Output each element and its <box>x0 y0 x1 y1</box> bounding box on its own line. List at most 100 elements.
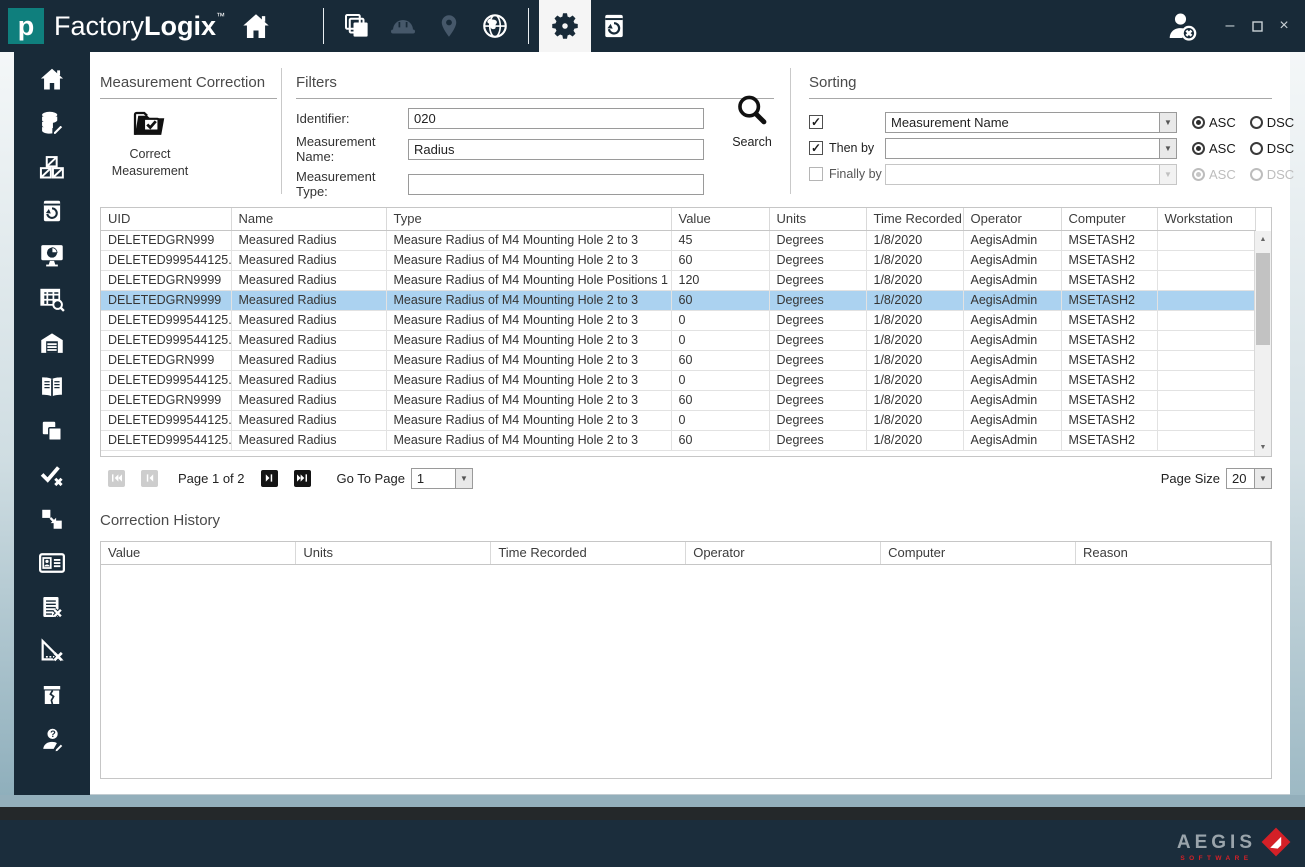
table-row[interactable]: DELETEDGRN9999Measured RadiusMeasure Rad… <box>101 390 1255 410</box>
table-scrollbar[interactable]: ▲ ▼ <box>1254 231 1271 456</box>
next-page-button[interactable] <box>261 470 278 487</box>
table-cell: MSETASH2 <box>1061 350 1157 370</box>
sidebar-measurement-correction-icon[interactable] <box>37 636 67 665</box>
scrollbar-thumb[interactable] <box>1256 253 1270 345</box>
column-header[interactable]: Computer <box>881 542 1076 564</box>
hardhat-icon[interactable] <box>380 0 426 52</box>
scroll-up-icon[interactable]: ▲ <box>1255 232 1271 247</box>
table-row[interactable]: DELETED999544125...Measured RadiusMeasur… <box>101 250 1255 270</box>
history-header-row: ValueUnitsTime RecordedOperatorComputerR… <box>101 542 1271 564</box>
layers-icon[interactable] <box>334 0 380 52</box>
minimize-button[interactable]: – <box>1219 11 1241 41</box>
restore-data-icon[interactable] <box>591 0 637 52</box>
table-row[interactable]: DELETED999544125...Measured RadiusMeasur… <box>101 310 1255 330</box>
dsc-radio[interactable] <box>1250 142 1263 155</box>
user-logout-icon[interactable] <box>1159 0 1205 52</box>
sidebar-verify-reject-icon[interactable] <box>37 460 67 489</box>
pagination-bar: Page 1 of 2 Go To Page 1▼ Page Size 20▼ <box>100 466 1272 490</box>
last-page-button[interactable] <box>294 470 311 487</box>
identifier-input[interactable] <box>408 108 704 129</box>
chevron-down-icon[interactable]: ▼ <box>455 469 472 488</box>
app-logo: p <box>8 8 44 44</box>
page-size-label: Page Size <box>1161 471 1220 486</box>
sort-field-dropdown[interactable]: ▼ <box>885 138 1177 159</box>
sidebar-dashboard-monitor-icon[interactable] <box>37 240 67 269</box>
column-header[interactable]: Operator <box>686 542 881 564</box>
home-icon[interactable] <box>233 0 279 52</box>
sidebar-table-search-icon[interactable] <box>37 284 67 313</box>
page-size-dropdown[interactable]: 20▼ <box>1226 468 1272 489</box>
sidebar-user-question-icon[interactable]: ? <box>37 724 67 753</box>
sidebar-damaged-package-icon[interactable] <box>37 680 67 709</box>
column-header[interactable]: Reason <box>1076 542 1271 564</box>
scroll-down-icon[interactable]: ▼ <box>1255 440 1271 455</box>
column-header[interactable]: Time Recorded <box>491 542 686 564</box>
chevron-down-icon[interactable]: ▼ <box>1254 469 1271 488</box>
titlebar-divider <box>323 8 324 44</box>
sidebar-transfer-icon[interactable] <box>37 504 67 533</box>
sidebar-copy-pages-icon[interactable] <box>37 416 67 445</box>
column-header[interactable]: Units <box>769 208 866 230</box>
measurement-type-input[interactable] <box>408 174 704 195</box>
sort-checkbox[interactable] <box>809 167 823 181</box>
sidebar-database-edit-icon[interactable] <box>37 108 67 137</box>
globe-icon[interactable] <box>472 0 518 52</box>
table-row[interactable]: DELETED999544125...Measured RadiusMeasur… <box>101 410 1255 430</box>
asc-radio[interactable] <box>1192 116 1205 129</box>
table-row[interactable]: DELETEDGRN9999Measured RadiusMeasure Rad… <box>101 290 1255 310</box>
column-header[interactable]: Value <box>671 208 769 230</box>
table-cell: Degrees <box>769 370 866 390</box>
first-page-button[interactable] <box>108 470 125 487</box>
sidebar-home-icon[interactable] <box>37 64 67 93</box>
chevron-down-icon[interactable]: ▼ <box>1159 113 1176 132</box>
correct-measurement-button[interactable]: CorrectMeasurement <box>100 108 200 180</box>
column-header[interactable]: Units <box>296 542 491 564</box>
table-cell: AegisAdmin <box>963 270 1061 290</box>
table-row[interactable]: DELETEDGRN999Measured RadiusMeasure Radi… <box>101 350 1255 370</box>
search-icon <box>734 92 770 133</box>
table-cell: Measured Radius <box>231 230 386 250</box>
sort-checkbox[interactable]: ✓ <box>809 141 823 155</box>
previous-page-button[interactable] <box>141 470 158 487</box>
column-header[interactable]: UID <box>101 208 231 230</box>
column-header[interactable]: Type <box>386 208 671 230</box>
column-header[interactable]: Workstation <box>1157 208 1255 230</box>
table-cell: MSETASH2 <box>1061 250 1157 270</box>
sidebar-boxes-icon[interactable] <box>37 152 67 181</box>
table-cell <box>1157 390 1255 410</box>
top-panels: Measurement Correction CorrectMeasuremen… <box>100 52 1272 200</box>
location-pin-icon[interactable] <box>426 0 472 52</box>
table-cell: 1/8/2020 <box>866 430 963 450</box>
table-cell: Degrees <box>769 270 866 290</box>
chevron-down-icon[interactable]: ▼ <box>1159 139 1176 158</box>
go-to-page-dropdown[interactable]: 1▼ <box>411 468 473 489</box>
aegis-software-text: SOFTWARE <box>1180 855 1252 862</box>
asc-radio[interactable] <box>1192 142 1205 155</box>
sidebar-id-card-icon[interactable] <box>37 548 67 577</box>
sort-row-primary: ✓ Measurement Name▼ ASC DSC <box>809 109 1272 135</box>
table-row[interactable]: DELETED999544125...Measured RadiusMeasur… <box>101 330 1255 350</box>
search-button[interactable]: Search <box>724 92 780 149</box>
column-header[interactable]: Computer <box>1061 208 1157 230</box>
sidebar-history-restore-icon[interactable] <box>37 196 67 225</box>
sidebar-list-delete-icon[interactable] <box>37 592 67 621</box>
column-header[interactable]: Value <box>101 542 296 564</box>
sidebar-book-icon[interactable] <box>37 372 67 401</box>
column-header[interactable]: Operator <box>963 208 1061 230</box>
close-button[interactable]: × <box>1273 11 1295 41</box>
table-row[interactable]: DELETEDGRN999Measured RadiusMeasure Radi… <box>101 230 1255 250</box>
sort-field-dropdown[interactable]: Measurement Name▼ <box>885 112 1177 133</box>
dsc-radio[interactable] <box>1250 116 1263 129</box>
table-row[interactable]: DELETED999544125...Measured RadiusMeasur… <box>101 430 1255 450</box>
column-header[interactable]: Name <box>231 208 386 230</box>
settings-gear-icon[interactable] <box>539 0 591 52</box>
sidebar-warehouse-icon[interactable] <box>37 328 67 357</box>
column-header[interactable]: Time Recorded <box>866 208 963 230</box>
sort-row-finally-by: Finally by ▼ ASC DSC <box>809 161 1272 187</box>
table-row[interactable]: DELETED999544125...Measured RadiusMeasur… <box>101 370 1255 390</box>
sort-checkbox[interactable]: ✓ <box>809 115 823 129</box>
maximize-button[interactable] <box>1246 11 1268 41</box>
table-cell: Degrees <box>769 330 866 350</box>
table-row[interactable]: DELETEDGRN9999Measured RadiusMeasure Rad… <box>101 270 1255 290</box>
measurement-name-input[interactable] <box>408 139 704 160</box>
